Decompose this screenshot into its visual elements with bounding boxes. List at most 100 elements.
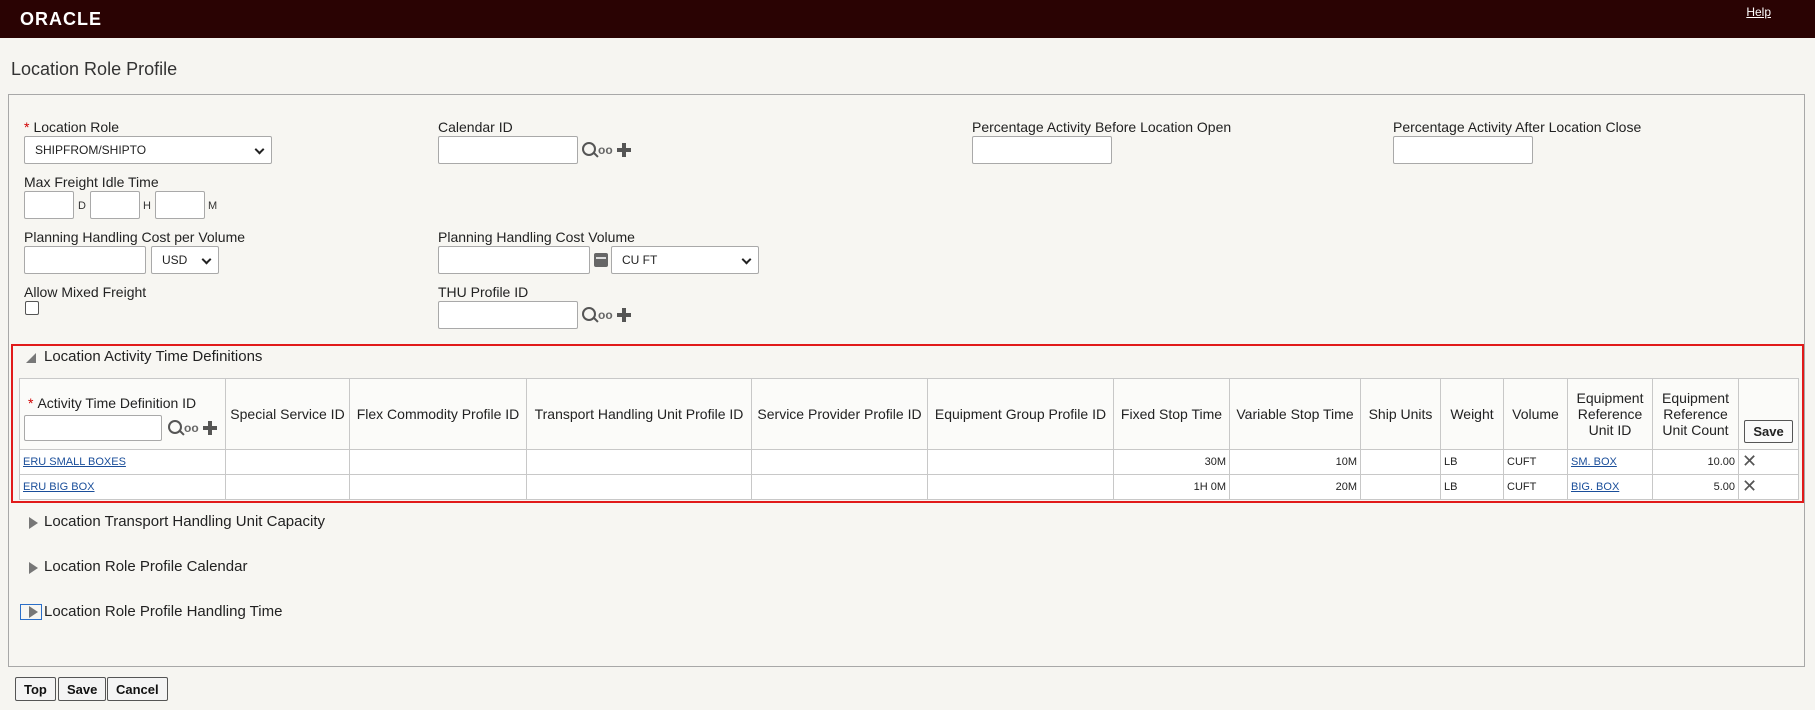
- cell-ship-units: [1360, 474, 1441, 500]
- col-activity-time-def-id: * Activity Time Definition ID oo: [19, 378, 226, 450]
- pct-after-close-label: Percentage Activity After Location Close: [1393, 119, 1642, 135]
- cancel-button[interactable]: Cancel: [107, 677, 168, 701]
- plus-icon[interactable]: [617, 143, 631, 157]
- col-special-service-id: Special Service ID: [225, 378, 350, 450]
- volume-uom-select[interactable]: CU FT: [611, 246, 759, 274]
- cell-special-service: [225, 449, 350, 475]
- allow-mixed-freight-checkbox[interactable]: [25, 301, 39, 315]
- cell-eru-count: 5.00: [1652, 474, 1739, 500]
- cell-flex-commodity: [349, 474, 527, 500]
- activity-section-title[interactable]: Location Activity Time Definitions: [44, 348, 262, 365]
- activity-id-link[interactable]: ERU SMALL BOXES: [23, 456, 126, 468]
- cell-volume: CUFT: [1503, 449, 1568, 475]
- glasses-icon[interactable]: oo: [598, 308, 613, 322]
- activity-id-link[interactable]: ERU BIG BOX: [23, 481, 95, 493]
- handling-cost-volume-input[interactable]: [438, 246, 590, 274]
- collapse-triangle-icon[interactable]: [26, 353, 36, 363]
- expand-triangle-icon[interactable]: [29, 517, 38, 529]
- allow-mixed-freight-label: Allow Mixed Freight: [24, 284, 147, 300]
- table-row: ERU SMALL BOXES 30M 10M LB CUFT SM. BOX …: [19, 449, 1799, 475]
- cell-weight: LB: [1440, 474, 1504, 500]
- col-weight: Weight: [1440, 378, 1504, 450]
- cell-eq-group: [927, 449, 1114, 475]
- col-flex-commodity-profile-id: Flex Commodity Profile ID: [349, 378, 527, 450]
- cell-eq-group: [927, 474, 1114, 500]
- max-idle-days-input[interactable]: [24, 191, 74, 219]
- row-save-button[interactable]: Save: [1744, 420, 1793, 443]
- help-link[interactable]: Help: [1746, 5, 1771, 19]
- cell-thu-profile: [526, 474, 752, 500]
- x-icon[interactable]: ✕: [1742, 452, 1757, 470]
- col-eru-id: Equipment Reference Unit ID: [1567, 378, 1653, 450]
- save-button[interactable]: Save: [58, 677, 107, 701]
- eru-id-link[interactable]: SM. BOX: [1571, 456, 1617, 468]
- cell-thu-profile: [526, 449, 752, 475]
- hours-unit: H: [143, 200, 151, 212]
- search-icon[interactable]: [582, 307, 598, 325]
- cell-variable-stop-time: 20M: [1229, 474, 1361, 500]
- max-idle-hours-input[interactable]: [90, 191, 140, 219]
- cell-variable-stop-time: 10M: [1229, 449, 1361, 475]
- cell-fixed-stop-time: 1H 0M: [1113, 474, 1230, 500]
- col-actions: Save: [1738, 378, 1799, 450]
- col-service-provider-profile-id: Service Provider Profile ID: [751, 378, 928, 450]
- col-fixed-stop-time: Fixed Stop Time: [1113, 378, 1230, 450]
- handling-cost-per-volume-label: Planning Handling Cost per Volume: [24, 229, 246, 245]
- calendar-section-title[interactable]: Location Role Profile Calendar: [44, 558, 247, 575]
- top-bar: ORACLE Help: [0, 0, 1815, 38]
- calendar-id-input[interactable]: [438, 136, 578, 164]
- col-volume: Volume: [1503, 378, 1568, 450]
- location-role-label-text: Location Role: [33, 119, 120, 135]
- chevron-down-icon: [254, 144, 265, 155]
- table-row: ERU BIG BOX 1H 0M 20M LB CUFT BIG. BOX 5…: [19, 474, 1799, 500]
- pct-before-open-input[interactable]: [972, 136, 1112, 164]
- currency-value: USD: [162, 253, 188, 267]
- max-idle-minutes-input[interactable]: [155, 191, 205, 219]
- cell-weight: LB: [1440, 449, 1504, 475]
- cell-sp-profile: [751, 474, 928, 500]
- x-icon[interactable]: ✕: [1742, 477, 1757, 495]
- currency-select[interactable]: USD: [151, 246, 219, 274]
- col-ship-units: Ship Units: [1360, 378, 1441, 450]
- required-asterisk: *: [24, 119, 30, 135]
- cell-fixed-stop-time: 30M: [1113, 449, 1230, 475]
- top-button[interactable]: Top: [15, 677, 56, 701]
- cell-ship-units: [1360, 449, 1441, 475]
- expand-triangle-icon[interactable]: [29, 606, 38, 618]
- col-activity-time-def-id-label: Activity Time Definition ID: [37, 395, 197, 411]
- required-asterisk: *: [28, 395, 34, 411]
- oracle-logo: ORACLE: [20, 9, 102, 29]
- handling-time-section-title[interactable]: Location Role Profile Handling Time: [44, 603, 282, 620]
- location-role-value: SHIPFROM/SHIPTO: [35, 143, 147, 157]
- thu-profile-id-input[interactable]: [438, 301, 578, 329]
- plus-icon[interactable]: [203, 421, 217, 435]
- pct-before-open-label: Percentage Activity Before Location Open: [972, 119, 1232, 135]
- volume-uom-value: CU FT: [622, 253, 658, 267]
- col-thu-profile-id: Transport Handling Unit Profile ID: [526, 378, 752, 450]
- handling-cost-per-volume-input[interactable]: [24, 246, 146, 274]
- thu-capacity-section-title[interactable]: Location Transport Handling Unit Capacit…: [44, 513, 325, 530]
- col-variable-stop-time: Variable Stop Time: [1229, 378, 1361, 450]
- activity-time-table: * Activity Time Definition ID oo Special …: [19, 378, 1799, 500]
- search-icon[interactable]: [168, 420, 184, 438]
- page-title: Location Role Profile: [11, 59, 178, 79]
- glasses-icon[interactable]: oo: [598, 143, 613, 157]
- location-role-select[interactable]: SHIPFROM/SHIPTO: [24, 136, 272, 164]
- cell-flex-commodity: [349, 449, 527, 475]
- eru-id-link[interactable]: BIG. BOX: [1571, 481, 1619, 493]
- expand-triangle-icon[interactable]: [29, 562, 38, 574]
- cube-icon[interactable]: [594, 253, 608, 267]
- max-idle-label: Max Freight Idle Time: [24, 174, 159, 190]
- glasses-icon[interactable]: oo: [184, 421, 199, 435]
- calendar-id-label: Calendar ID: [438, 119, 513, 135]
- cell-special-service: [225, 474, 350, 500]
- pct-after-close-input[interactable]: [1393, 136, 1533, 164]
- minutes-unit: M: [208, 200, 218, 212]
- activity-time-def-id-input[interactable]: [24, 415, 162, 441]
- location-role-label: * Location Role: [24, 119, 119, 135]
- search-icon[interactable]: [582, 142, 598, 160]
- cell-volume: CUFT: [1503, 474, 1568, 500]
- plus-icon[interactable]: [617, 308, 631, 322]
- handling-cost-volume-label: Planning Handling Cost Volume: [438, 229, 635, 245]
- chevron-down-icon: [741, 254, 752, 265]
